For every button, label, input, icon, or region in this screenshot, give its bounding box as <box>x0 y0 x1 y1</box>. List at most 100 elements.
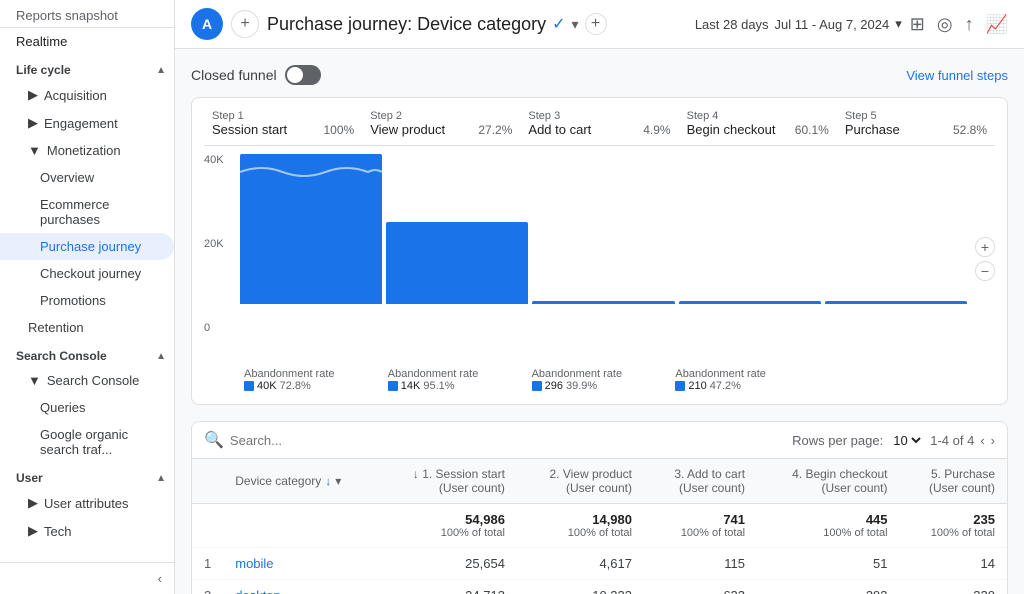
row2-num: 2 <box>192 580 223 594</box>
th-device-dropdown[interactable]: ▾ <box>335 474 341 488</box>
row2-begin-checkout: 393 <box>757 580 899 594</box>
results-table: Device category ↓ ▾ ↓ 1. Session start (… <box>192 459 1007 594</box>
sidebar-item-checkout-journey[interactable]: Checkout journey <box>0 260 174 287</box>
search-console-section-label: Search Console <box>16 349 107 363</box>
step4-name: Begin checkout <box>687 122 776 137</box>
bar-step3 <box>532 301 674 304</box>
date-dropdown-icon: ▾ <box>895 16 902 32</box>
collapse-icon: ‹ <box>158 571 162 586</box>
arrow-icon: ▼ <box>28 143 41 158</box>
abandon-color-4 <box>675 381 685 391</box>
abandon-val-3: 296 39.9% <box>532 380 668 392</box>
abandon-step5 <box>815 368 959 392</box>
row2-device[interactable]: desktop <box>223 580 378 594</box>
realtime-link[interactable]: Realtime <box>0 28 174 55</box>
next-page-button[interactable]: › <box>991 433 995 448</box>
th-view-product: 2. View product (User count) <box>517 459 644 504</box>
abandon-count-3: 296 <box>545 380 563 392</box>
abandon-step2: Abandonment rate 14K 95.1% <box>384 368 528 392</box>
dropdown-icon[interactable]: ▾ <box>572 16 579 33</box>
funnel-step-3: Step 3 Add to cart 4.9% <box>520 110 678 137</box>
insights-icon[interactable]: ◎ <box>937 14 953 35</box>
rows-per-page: Rows per page: 10 25 50 1-4 of 4 ‹ › <box>792 432 995 449</box>
sidebar-item-purchase-journey[interactable]: Purchase journey <box>0 233 174 260</box>
bar-step5 <box>825 301 967 304</box>
lifecycle-section[interactable]: Life cycle ▲ <box>0 55 174 81</box>
abandon-pct-1: 72.8% <box>280 380 311 392</box>
abandon-pct-2: 95.1% <box>423 380 454 392</box>
main-area: A + Purchase journey: Device category ✓ … <box>175 0 1024 594</box>
step5-pct: 52.8% <box>953 123 987 137</box>
funnel-step-2: Step 2 View product 27.2% <box>362 110 520 137</box>
sidebar-item-engagement[interactable]: ▶ Engagement <box>0 109 174 137</box>
closed-funnel-switch[interactable] <box>285 65 321 85</box>
top-bar-icons: ⊞ ◎ ↑ 📈 <box>910 14 1008 35</box>
bar-step5-container <box>825 154 967 304</box>
totals-view-product: 14,980 100% of total <box>517 504 644 548</box>
row1-begin-checkout: 51 <box>757 548 899 580</box>
lifecycle-chevron: ▲ <box>156 65 166 76</box>
sidebar-item-acquisition[interactable]: ▶ Acquisition <box>0 81 174 109</box>
page-title: Purchase journey: Device category ✓ ▾ + <box>267 13 687 35</box>
bar-step3-container <box>532 154 674 304</box>
abandon-label-4: Abandonment rate <box>675 368 811 380</box>
row1-device[interactable]: mobile <box>223 548 378 580</box>
sidebar-item-search-console[interactable]: ▼ Search Console <box>0 367 174 394</box>
bar-step4 <box>679 301 821 304</box>
engagement-label: Engagement <box>44 116 118 131</box>
funnel-step-5: Step 5 Purchase 52.8% <box>837 110 995 137</box>
zoom-in-button[interactable]: + <box>975 237 995 257</box>
date-range[interactable]: Last 28 days Jul 11 - Aug 7, 2024 ▾ <box>695 16 902 32</box>
step4-label: Step 4 <box>687 110 829 122</box>
prev-page-button[interactable]: ‹ <box>980 433 984 448</box>
th-device[interactable]: Device category ↓ ▾ <box>223 459 378 504</box>
abandon-pct-3: 39.9% <box>566 380 597 392</box>
search-input[interactable] <box>230 433 430 448</box>
abandon-pct-4: 47.2% <box>710 380 741 392</box>
row1-view-product: 4,617 <box>517 548 644 580</box>
sidebar-item-user-attributes[interactable]: ▶ User attributes <box>0 489 174 517</box>
chart-body: 40K 20K 0 <box>204 154 995 364</box>
verified-icon: ✓ <box>552 14 565 34</box>
overview-label: Overview <box>40 170 94 185</box>
reports-snapshot-link[interactable]: Reports snapshot <box>0 0 174 28</box>
rows-per-page-select[interactable]: 10 25 50 <box>889 432 924 449</box>
sidebar-item-retention[interactable]: Retention <box>0 314 174 341</box>
sidebar-item-monetization[interactable]: ▼ Monetization <box>0 137 174 164</box>
funnel-chart: Step 1 Session start 100% Step 2 View pr… <box>191 97 1008 405</box>
bar-step1-container <box>240 154 382 304</box>
y-axis: 40K 20K 0 <box>204 154 240 364</box>
sidebar-item-promotions[interactable]: Promotions <box>0 287 174 314</box>
share-icon[interactable]: ↑ <box>965 14 974 35</box>
abandon-color-2 <box>388 381 398 391</box>
user-section[interactable]: User ▲ <box>0 463 174 489</box>
th-purchase: 5. Purchase (User count) <box>900 459 1007 504</box>
collapse-sidebar-button[interactable]: ‹ <box>0 562 174 594</box>
sidebar-item-ecommerce[interactable]: Ecommerce purchases <box>0 191 174 233</box>
add-property-button[interactable]: + <box>231 10 259 38</box>
closed-funnel-toggle: Closed funnel <box>191 65 321 85</box>
y-40k: 40K <box>204 154 232 166</box>
bar-step2 <box>386 222 528 305</box>
sidebar-item-tech[interactable]: ▶ Tech <box>0 517 174 545</box>
th-num <box>192 459 223 504</box>
search-console-section[interactable]: Search Console ▲ <box>0 341 174 367</box>
sidebar-item-queries[interactable]: Queries <box>0 394 174 421</box>
add-comparison-button[interactable]: + <box>585 13 607 35</box>
totals-device <box>223 504 378 548</box>
step5-label: Step 5 <box>845 110 987 122</box>
search-console-chevron: ▲ <box>156 351 166 362</box>
abandon-step1: Abandonment rate 40K 72.8% <box>240 368 384 392</box>
sidebar-item-organic-search[interactable]: Google organic search traf... <box>0 421 174 463</box>
th-device-label: Device category <box>235 474 321 488</box>
th-add-to-cart: 3. Add to cart (User count) <box>644 459 757 504</box>
view-funnel-steps-link[interactable]: View funnel steps <box>906 68 1008 83</box>
chart-icon[interactable]: 📈 <box>986 14 1008 35</box>
avatar: A <box>191 8 223 40</box>
abandon-color-3 <box>532 381 542 391</box>
compare-icon[interactable]: ⊞ <box>910 14 925 35</box>
row2-view-product: 10,223 <box>517 580 644 594</box>
zoom-out-button[interactable]: − <box>975 261 995 281</box>
sidebar-item-overview[interactable]: Overview <box>0 164 174 191</box>
table-row: 1 mobile 25,654 4,617 115 51 14 <box>192 548 1007 580</box>
